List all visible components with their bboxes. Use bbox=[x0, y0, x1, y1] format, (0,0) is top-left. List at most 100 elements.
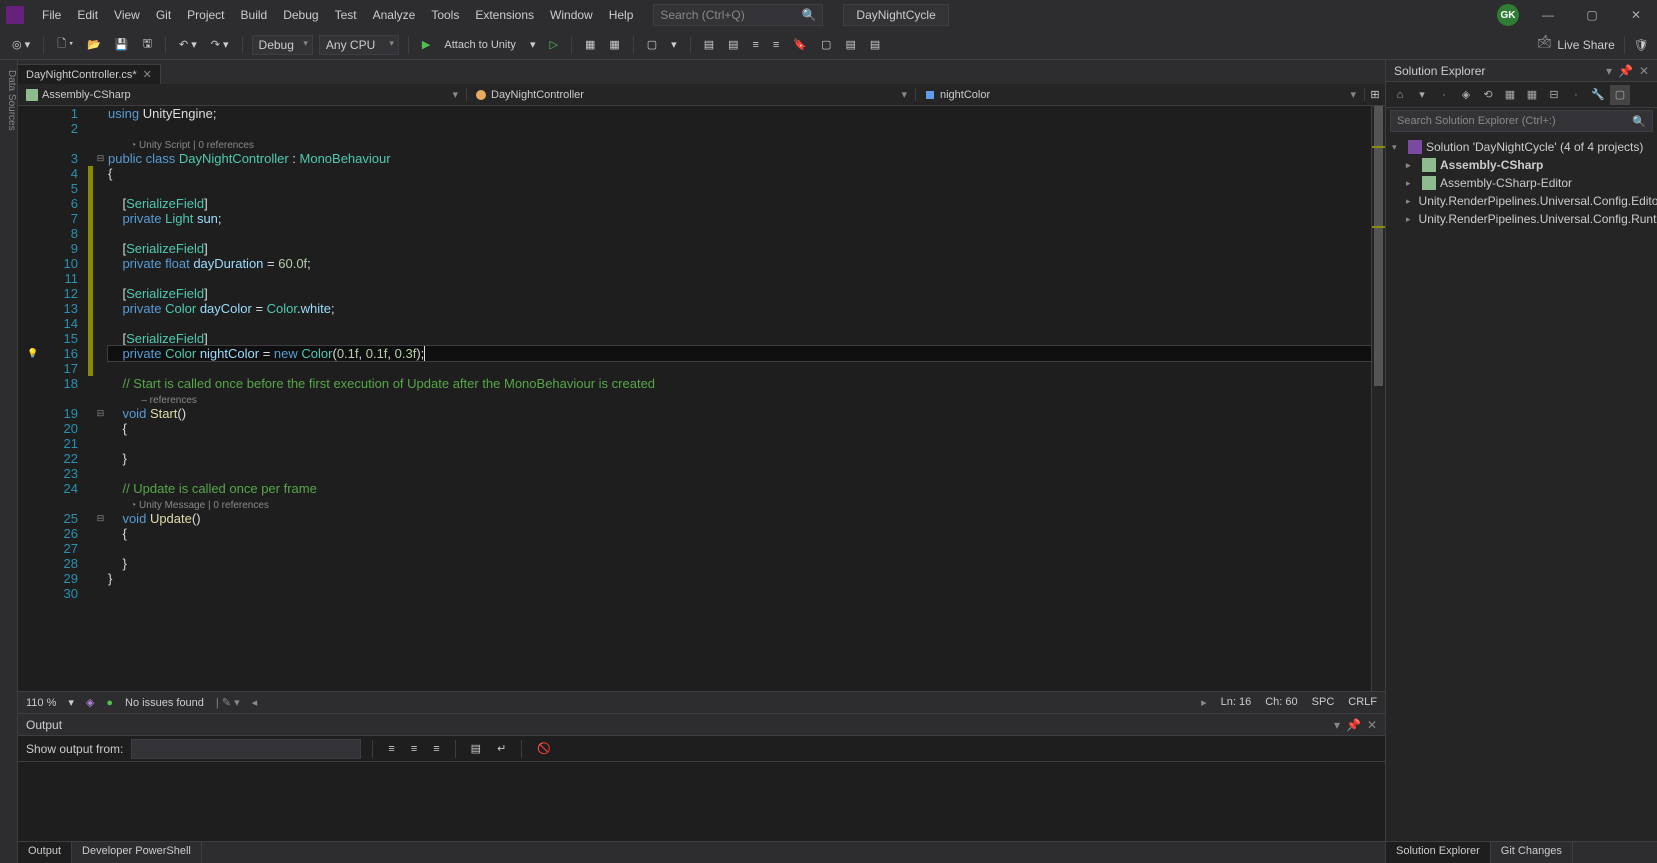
expand-icon[interactable]: ▸ bbox=[1406, 196, 1411, 207]
expand-icon[interactable]: ▸ bbox=[1406, 178, 1418, 189]
collapse-icon[interactable]: ⊟ bbox=[1544, 85, 1564, 105]
zoom-dropdown-icon[interactable]: ▾ bbox=[68, 696, 74, 709]
run-dropdown[interactable]: ▾ bbox=[526, 36, 540, 53]
expand-icon[interactable]: ▾ bbox=[1392, 142, 1404, 153]
tool-icon[interactable]: ≡ bbox=[384, 741, 398, 757]
tool-icon[interactable]: ≡ bbox=[749, 37, 763, 53]
project-node[interactable]: ▸Assembly-CSharp bbox=[1388, 156, 1655, 174]
menu-item-extensions[interactable]: Extensions bbox=[467, 8, 542, 22]
menu-item-help[interactable]: Help bbox=[601, 8, 642, 22]
menu-item-test[interactable]: Test bbox=[327, 8, 365, 22]
tool-icon[interactable]: ≡ bbox=[429, 741, 443, 757]
tool-icon[interactable]: ▤ bbox=[700, 36, 718, 53]
quick-search-box[interactable]: Search (Ctrl+Q) 🔍 bbox=[653, 4, 823, 26]
close-icon[interactable]: ✕ bbox=[1639, 64, 1649, 78]
health-icon[interactable]: ◈ bbox=[86, 696, 94, 709]
live-share-button[interactable]: Live Share bbox=[1557, 38, 1614, 52]
tool-icon[interactable]: · bbox=[1566, 85, 1586, 105]
close-button[interactable]: ✕ bbox=[1621, 8, 1651, 22]
close-icon[interactable]: ✕ bbox=[1367, 718, 1377, 732]
code-editor[interactable]: 💡 12345678910111213141516171819202122232… bbox=[18, 106, 1385, 691]
home-icon[interactable]: ⌂ bbox=[1390, 85, 1410, 105]
project-node[interactable]: ▸Unity.RenderPipelines.Universal.Config.… bbox=[1388, 210, 1655, 228]
menu-item-view[interactable]: View bbox=[106, 8, 148, 22]
run-button[interactable]: Attach to Unity bbox=[440, 37, 520, 53]
save-button[interactable]: 💾 bbox=[111, 36, 133, 53]
project-node[interactable]: ▸Unity.RenderPipelines.Universal.Config.… bbox=[1388, 192, 1655, 210]
nav-project-dropdown[interactable]: Assembly-CSharp ▾ bbox=[18, 88, 467, 101]
tool-icon[interactable]: ≡ bbox=[407, 741, 421, 757]
tool-icon[interactable]: ▤ bbox=[467, 740, 485, 757]
tool-icon[interactable]: ▾ bbox=[667, 36, 681, 53]
menu-item-analyze[interactable]: Analyze bbox=[365, 8, 424, 22]
solution-node[interactable]: ▾ Solution 'DayNightCycle' (4 of 4 proje… bbox=[1388, 138, 1655, 156]
scrollbar-thumb[interactable] bbox=[1374, 106, 1383, 386]
expand-icon[interactable]: ▸ bbox=[1406, 160, 1418, 171]
tool-icon[interactable]: ▤ bbox=[724, 36, 742, 53]
output-tab[interactable]: Output bbox=[18, 842, 72, 863]
prev-issue-button[interactable]: ◂ bbox=[252, 696, 258, 709]
tool-icon[interactable]: ▦ bbox=[1522, 85, 1542, 105]
redo-button[interactable]: ↷ ▾ bbox=[207, 36, 233, 53]
code-text-area[interactable]: using UnityEngine; ◔ Unity Script | 0 re… bbox=[108, 106, 1371, 691]
platform-dropdown[interactable]: Any CPU bbox=[319, 35, 399, 55]
solution-tree[interactable]: ▾ Solution 'DayNightCycle' (4 of 4 proje… bbox=[1386, 134, 1657, 232]
menu-item-file[interactable]: File bbox=[34, 8, 69, 22]
tool-icon[interactable]: ▦ bbox=[605, 36, 623, 53]
menu-item-project[interactable]: Project bbox=[179, 8, 232, 22]
tool-icon[interactable]: ▤ bbox=[841, 36, 859, 53]
menu-item-git[interactable]: Git bbox=[148, 8, 179, 22]
zoom-level[interactable]: 110 % bbox=[26, 697, 56, 709]
start-without-debug-button[interactable]: ▷ bbox=[545, 36, 561, 53]
window-position-icon[interactable]: ▾ bbox=[1606, 64, 1612, 78]
indent-mode[interactable]: SPC bbox=[1312, 696, 1335, 709]
tool-icon[interactable]: | ✎ ▾ bbox=[216, 696, 240, 709]
issues-label[interactable]: No issues found bbox=[125, 697, 204, 709]
undo-button[interactable]: ↶ ▾ bbox=[175, 36, 201, 53]
tool-icon[interactable]: 🔖 bbox=[789, 36, 811, 53]
solution-explorer-tab[interactable]: Solution Explorer bbox=[1386, 842, 1491, 863]
switch-views-icon[interactable]: ▾ bbox=[1412, 85, 1432, 105]
tool-icon[interactable]: ▤ bbox=[866, 36, 884, 53]
pin-icon[interactable]: 📌 bbox=[1346, 718, 1361, 732]
side-toolwindow-tab[interactable]: Data Sources bbox=[0, 60, 18, 863]
close-icon[interactable]: ✕ bbox=[143, 68, 152, 81]
maximize-button[interactable]: ▢ bbox=[1577, 8, 1607, 22]
git-changes-tab[interactable]: Git Changes bbox=[1491, 842, 1573, 863]
vertical-scrollbar[interactable] bbox=[1371, 106, 1385, 691]
menu-item-window[interactable]: Window bbox=[542, 8, 601, 22]
play-icon[interactable]: ▶ bbox=[418, 36, 434, 53]
explorer-search-box[interactable]: Search Solution Explorer (Ctrl+:) 🔍 bbox=[1390, 110, 1653, 132]
tool-icon[interactable]: ◈ bbox=[1456, 85, 1476, 105]
pin-icon[interactable]: 📌 bbox=[1618, 64, 1633, 78]
nav-member-dropdown[interactable]: nightColor ▾ bbox=[916, 88, 1365, 101]
menu-item-tools[interactable]: Tools bbox=[423, 8, 467, 22]
file-tab[interactable]: DayNightController.cs* ✕ bbox=[18, 64, 161, 84]
new-button[interactable]: 🗋 ▾ bbox=[53, 33, 77, 56]
tool-icon[interactable]: · bbox=[1434, 85, 1454, 105]
save-all-button[interactable]: 🖫 bbox=[139, 33, 156, 56]
open-button[interactable]: 📂 bbox=[83, 36, 105, 53]
expand-icon[interactable]: ▸ bbox=[1406, 214, 1411, 225]
config-dropdown[interactable]: Debug bbox=[252, 35, 313, 55]
window-position-icon[interactable]: ▾ bbox=[1334, 718, 1340, 732]
menu-item-debug[interactable]: Debug bbox=[275, 8, 326, 22]
live-share-icon[interactable]: 🖄 bbox=[1537, 34, 1551, 55]
admin-icon[interactable]: 🛡 bbox=[1634, 38, 1649, 52]
tool-icon[interactable]: ▦ bbox=[1500, 85, 1520, 105]
output-text-area[interactable] bbox=[18, 762, 1385, 841]
next-issue-button[interactable]: ▸ bbox=[1201, 696, 1207, 709]
split-button[interactable]: ⊞ bbox=[1365, 88, 1385, 101]
project-node[interactable]: ▸Assembly-CSharp-Editor bbox=[1388, 174, 1655, 192]
sync-icon[interactable]: ⟲ bbox=[1478, 85, 1498, 105]
minimize-button[interactable]: — bbox=[1533, 8, 1563, 22]
outlining-column[interactable]: ⊟⊟⊟ bbox=[93, 106, 108, 691]
tool-icon[interactable]: ≡ bbox=[769, 37, 783, 53]
clear-icon[interactable]: 🚫 bbox=[533, 740, 555, 757]
preview-icon[interactable]: ▢ bbox=[1610, 85, 1630, 105]
back-nav-button[interactable]: ◎ ▾ bbox=[8, 36, 34, 53]
line-ending-mode[interactable]: CRLF bbox=[1348, 696, 1377, 709]
menu-item-edit[interactable]: Edit bbox=[69, 8, 106, 22]
user-avatar[interactable]: GK bbox=[1497, 4, 1519, 26]
menu-item-build[interactable]: Build bbox=[233, 8, 276, 22]
